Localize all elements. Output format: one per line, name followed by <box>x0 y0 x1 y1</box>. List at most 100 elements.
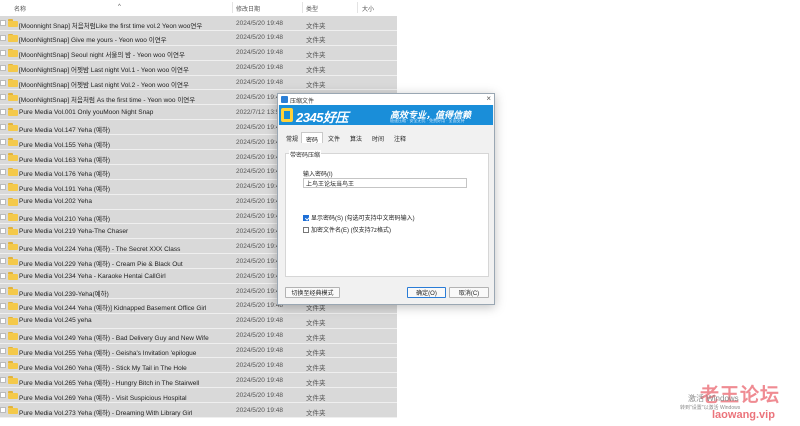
row-checkbox[interactable] <box>0 347 6 354</box>
tab-password[interactable]: 密码 <box>301 132 324 144</box>
column-size[interactable]: 大小 <box>362 4 374 13</box>
file-date: 2024/5/20 19:48 <box>236 406 283 414</box>
file-row[interactable]: [Moonnight Snap] 처음처럼Like the first time… <box>0 16 397 31</box>
file-date: 2024/5/20 19:48 <box>236 347 283 355</box>
row-checkbox[interactable] <box>0 109 6 116</box>
column-name[interactable]: 名称 <box>14 4 26 13</box>
file-row[interactable]: Pure Media Vol.255 Yeha (예하) - Geisha's … <box>0 343 397 359</box>
folder-icon <box>8 301 18 310</box>
file-type: 文件夹 <box>306 320 326 328</box>
row-checkbox[interactable] <box>0 49 6 56</box>
tab-comment[interactable]: 注释 <box>390 132 410 143</box>
file-date: 2024/5/20 19:48 <box>236 49 283 57</box>
ok-button[interactable]: 确定(O) <box>407 287 446 298</box>
file-name: Pure Media Vol.265 Yeha (예하) - Hungry Bi… <box>19 379 200 387</box>
row-checkbox[interactable] <box>0 228 6 235</box>
file-type: 文件夹 <box>306 67 326 75</box>
column-type[interactable]: 类型 <box>306 4 318 13</box>
encrypt-filenames-label: 加密文件名(E) (仅支持7z格式) <box>311 228 391 234</box>
row-checkbox[interactable] <box>0 332 6 339</box>
row-checkbox[interactable] <box>0 94 6 101</box>
column-date[interactable]: 修改日期 <box>236 4 260 13</box>
show-password-option[interactable]: 显示密码(S) (勾选可支持中文密码输入) <box>303 213 415 222</box>
section-title: 带密码压缩 <box>289 150 322 159</box>
row-checkbox[interactable] <box>0 64 6 71</box>
row-checkbox[interactable] <box>0 34 6 41</box>
activate-windows-title: 激活 Windows <box>688 394 739 403</box>
row-checkbox[interactable] <box>0 302 6 309</box>
tab-time[interactable]: 时间 <box>368 132 388 143</box>
column-divider[interactable] <box>357 2 358 13</box>
folder-icon <box>8 108 18 117</box>
file-name: Pure Media Vol.202 Yeha <box>19 198 93 206</box>
file-row[interactable]: [MoonNightSnap] Give me yours - Yeon woo… <box>0 30 397 46</box>
file-type: 文件夹 <box>306 409 326 417</box>
row-checkbox[interactable] <box>0 273 6 280</box>
row-checkbox[interactable] <box>0 317 6 324</box>
tab-general[interactable]: 常规 <box>282 132 302 143</box>
folder-icon <box>8 33 18 42</box>
file-date: 2024/5/20 19:48 <box>236 19 283 27</box>
tab-algorithm[interactable]: 算法 <box>346 132 366 143</box>
file-date: 2024/5/20 19:48 <box>236 302 283 310</box>
folder-icon <box>8 406 18 415</box>
switch-classic-mode-button[interactable]: 切换至经典模式 <box>285 287 340 298</box>
row-checkbox[interactable] <box>0 183 6 190</box>
encrypt-filenames-option[interactable]: 加密文件名(E) (仅支持7z格式) <box>303 225 391 234</box>
row-checkbox[interactable] <box>0 362 6 369</box>
show-password-label: 显示密码(S) (勾选可支持中文密码输入) <box>311 216 415 222</box>
close-icon[interactable]: × <box>486 94 491 103</box>
file-name: [MoonNightSnap] Give me yours - Yeon woo… <box>19 37 167 45</box>
file-name: Pure Media Vol.219 Yeha-The Chaser <box>19 227 129 235</box>
file-row[interactable]: [MoonNightSnap] 어젯밤 Last night Vol.2 - Y… <box>0 75 397 91</box>
folder-icon <box>8 78 18 87</box>
folder-icon <box>8 19 18 27</box>
password-input[interactable] <box>303 178 467 188</box>
file-name: Pure Media Vol.210 Yeha (예하) <box>19 216 111 224</box>
row-checkbox[interactable] <box>0 79 6 86</box>
encrypt-filenames-checkbox[interactable] <box>303 227 309 233</box>
row-checkbox[interactable] <box>0 198 6 205</box>
folder-icon <box>8 197 18 206</box>
dialog-titlebar[interactable]: 压缩文件 × <box>278 94 494 105</box>
file-date: 2024/5/20 19:4 <box>236 242 280 250</box>
column-header-bar: ^ 名称 修改日期 类型 大小 <box>0 0 800 15</box>
file-row[interactable]: Pure Media Vol.265 Yeha (예하) - Hungry Bi… <box>0 373 397 389</box>
file-row[interactable]: Pure Media Vol.245 yeha 2024/5/20 19:48 文件… <box>0 313 397 329</box>
row-checkbox[interactable] <box>0 243 6 250</box>
row-checkbox[interactable] <box>0 288 6 295</box>
file-date: 2024/5/20 19:4 <box>236 123 280 131</box>
file-row[interactable]: Pure Media Vol.273 Yeha (예하) - Dreaming … <box>0 403 397 419</box>
file-date: 2024/5/20 19:48 <box>236 317 283 325</box>
file-date: 2024/5/20 19:4 <box>236 257 280 265</box>
row-checkbox[interactable] <box>0 139 6 146</box>
row-checkbox[interactable] <box>0 407 6 414</box>
column-divider[interactable] <box>302 2 303 13</box>
column-divider[interactable] <box>232 2 233 13</box>
row-checkbox[interactable] <box>0 154 6 161</box>
cancel-button[interactable]: 取消(C) <box>449 287 489 298</box>
file-row[interactable]: Pure Media Vol.249 Yeha (예하) - Bad Deliv… <box>0 328 397 344</box>
file-type: 文件夹 <box>306 37 326 45</box>
row-checkbox[interactable] <box>0 213 6 220</box>
folder-icon <box>8 138 18 147</box>
row-checkbox[interactable] <box>0 168 6 175</box>
row-checkbox[interactable] <box>0 377 6 384</box>
file-row[interactable]: [MoonNightSnap] Seoul night 서울의 밤 - Yeon… <box>0 45 397 61</box>
folder-icon <box>8 48 18 57</box>
file-row[interactable]: Pure Media Vol.260 Yeha (예하) - Stick My … <box>0 358 397 374</box>
folder-icon <box>8 287 18 296</box>
file-row[interactable]: Pure Media Vol.269 Yeha (예하) - Visit Sus… <box>0 388 397 404</box>
file-date: 2024/5/20 19:4 <box>236 153 280 161</box>
row-checkbox[interactable] <box>0 392 6 399</box>
file-name: Pure Media Vol.147 Yeha (예하) <box>19 126 111 134</box>
file-date: 2022/7/12 13:5 <box>236 108 280 116</box>
tab-files[interactable]: 文件 <box>324 132 344 143</box>
row-checkbox[interactable] <box>0 124 6 131</box>
file-row[interactable]: [MoonNightSnap] 어젯밤 Last night Vol.1 - Y… <box>0 60 397 76</box>
row-checkbox[interactable] <box>0 258 6 265</box>
file-date: 2024/5/20 19:4 <box>236 272 280 280</box>
file-name: Pure Media Vol.163 Yeha (예하) <box>19 156 111 164</box>
row-checkbox[interactable] <box>0 20 6 26</box>
show-password-checkbox[interactable] <box>303 215 309 221</box>
